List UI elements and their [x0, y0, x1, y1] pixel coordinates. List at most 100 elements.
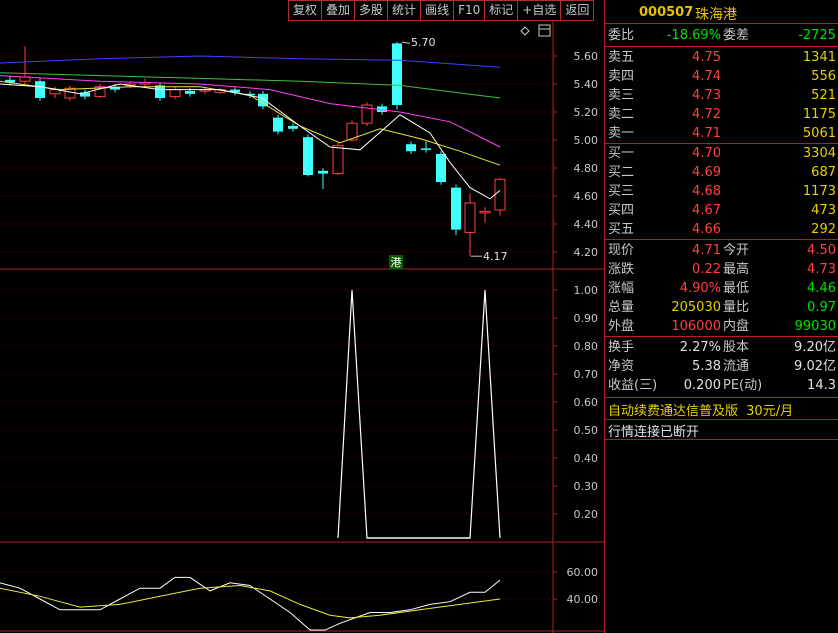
ma-line: [0, 75, 501, 148]
fundamental-row: 收益(三) 0.200 PE(动) 14.3: [605, 377, 838, 395]
order-price: 4.71: [692, 126, 721, 141]
stat-value: 4.46: [807, 281, 836, 296]
order-volume: 1341: [802, 50, 836, 65]
toolbar-button[interactable]: 叠加: [321, 0, 355, 21]
order-row[interactable]: 卖一 4.71 5061: [605, 125, 838, 143]
order-volume: 292: [811, 222, 836, 237]
y-tick-label: 0.60: [574, 396, 599, 409]
order-row[interactable]: 卖五 4.75 1341: [605, 49, 838, 67]
low-label: 4.17: [483, 250, 508, 263]
weibi-row: 委比 -18.69% 委差 -2725: [605, 27, 838, 45]
order-volume: 521: [811, 88, 836, 103]
order-level-label: 买五: [608, 222, 635, 237]
order-level-label: 买四: [608, 203, 635, 218]
divider: [605, 397, 838, 398]
order-level-label: 卖一: [608, 126, 635, 141]
stat-value: 2.27%: [679, 340, 721, 355]
stat-row: 总量 205030 量比 0.97: [605, 299, 838, 317]
y-tick-label: 5.60: [574, 50, 599, 63]
order-level-label: 卖三: [608, 88, 635, 103]
order-level-label: 卖四: [608, 69, 635, 84]
weicha-value: -2725: [798, 28, 836, 43]
ad-price: 30元/月: [746, 404, 794, 419]
order-price: 4.67: [692, 203, 721, 218]
y-tick-label: 0.70: [574, 368, 599, 381]
order-row[interactable]: 买三 4.68 1173: [605, 183, 838, 201]
stat-value: 205030: [671, 300, 721, 315]
stock-name: 珠海港: [695, 7, 737, 23]
order-row[interactable]: 买五 4.66 292: [605, 221, 838, 239]
stock-code: 000507: [639, 5, 694, 20]
stat-label: 净资: [608, 359, 635, 374]
toolbar-button[interactable]: 复权: [288, 0, 322, 21]
ad-text: 自动续费通达信普及版: [608, 404, 739, 419]
order-level-label: 卖二: [608, 107, 635, 122]
order-volume: 1175: [802, 107, 836, 122]
toolbar-button[interactable]: F10: [453, 0, 485, 21]
divider: [605, 336, 838, 337]
stat-label: 量比: [723, 300, 750, 315]
stat-label: 涨幅: [608, 281, 635, 296]
order-volume: 5061: [802, 126, 836, 141]
toolbar-button[interactable]: 画线: [420, 0, 454, 21]
candle-body: [464, 202, 476, 233]
order-level-label: 买二: [608, 165, 635, 180]
stat-value: 4.73: [807, 262, 836, 277]
order-row[interactable]: 买四 4.67 473: [605, 202, 838, 220]
stat-value: 0.200: [683, 378, 721, 393]
chart-area[interactable]: 5.60 5.40 5.20 5.00 4.80 4.60 4.40 4.20 5.70 4.17…: [0, 0, 604, 633]
order-price: 4.75: [692, 50, 721, 65]
quote-panel: 000507 珠海港 委比 -18.69% 委差 -2725 卖五 4.75 134…: [604, 0, 838, 633]
y-tick-label: 0.90: [574, 312, 599, 325]
y-tick-label: 1.00: [574, 284, 599, 297]
toolbar-button[interactable]: 返回: [560, 0, 595, 21]
weibi-value: -18.69%: [666, 28, 721, 43]
order-price: 4.74: [692, 69, 721, 84]
stat-value: 106000: [671, 319, 721, 334]
order-row[interactable]: 买二 4.69 687: [605, 164, 838, 182]
stat-value: 4.90%: [679, 281, 721, 296]
order-row[interactable]: 卖二 4.72 1175: [605, 106, 838, 124]
order-row[interactable]: 卖四 4.74 556: [605, 68, 838, 86]
stat-row: 外盘 106000 内盘 99030: [605, 318, 838, 336]
order-row[interactable]: 买一 4.70 3304: [605, 145, 838, 163]
y-tick-label: 4.60: [574, 190, 599, 203]
stat-value: 9.02亿: [794, 359, 836, 374]
candle-body: [303, 137, 313, 175]
candle-body: [479, 210, 491, 214]
kdj-line: [0, 576, 501, 631]
candle-body: [451, 187, 461, 230]
stat-label: 总量: [608, 300, 635, 315]
y-tick-label: 0.40: [574, 452, 599, 465]
stat-value: 0.97: [807, 300, 836, 315]
toolbar-button[interactable]: 统计: [387, 0, 421, 21]
divider: [605, 239, 838, 240]
high-pointer: [401, 41, 411, 44]
toolbar-button[interactable]: 多股: [354, 0, 388, 21]
signal-line: [337, 289, 501, 539]
diamond-icon: [520, 26, 530, 36]
subscription-ad[interactable]: 自动续费通达信普及版 30元/月: [608, 400, 793, 419]
y-tick-label: 0.30: [574, 480, 599, 493]
ma-line: [0, 83, 501, 200]
toolbar-button[interactable]: +自选: [517, 0, 561, 21]
y-tick-label: 5.20: [574, 106, 599, 119]
connection-status: 行情连接已断开: [608, 425, 700, 440]
stat-label: 现价: [608, 243, 635, 258]
stat-value: 5.38: [692, 359, 721, 374]
divider: [605, 419, 838, 420]
stat-label: 外盘: [608, 319, 635, 334]
order-row[interactable]: 卖三 4.73 521: [605, 87, 838, 105]
fundamental-row: 换手 2.27% 股本 9.20亿: [605, 339, 838, 357]
stat-label: 涨跌: [608, 262, 635, 277]
toolbar-button[interactable]: 标记: [484, 0, 518, 21]
weicha-label: 委差: [723, 28, 750, 43]
y-tick-label: 0.20: [574, 508, 599, 521]
y-tick-label: 5.00: [574, 134, 599, 147]
candle-body: [258, 93, 268, 107]
candle-body: [35, 81, 45, 98]
y-tick-label: 0.50: [574, 424, 599, 437]
kdj-line: [0, 584, 501, 619]
stat-label: 收益(三): [608, 378, 658, 393]
stat-label: 股本: [723, 340, 750, 355]
